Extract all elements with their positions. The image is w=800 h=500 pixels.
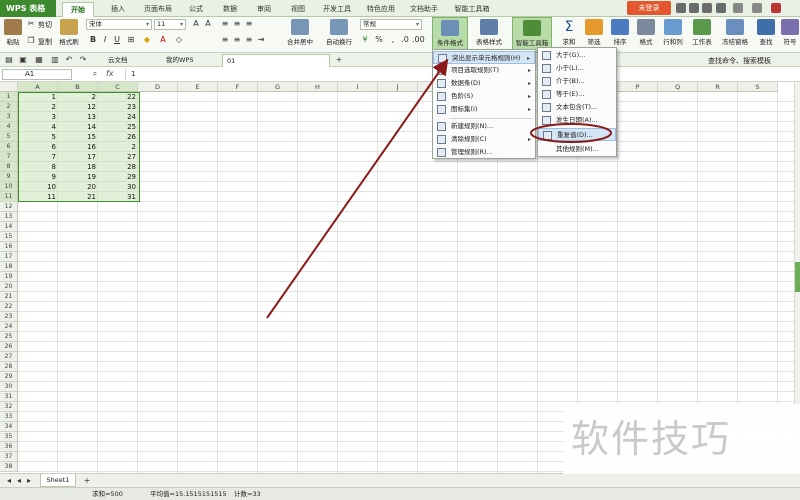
watermark-text: 软件技巧 <box>563 404 800 474</box>
annotation-circle <box>530 123 612 143</box>
annotation-arrow <box>266 58 449 319</box>
